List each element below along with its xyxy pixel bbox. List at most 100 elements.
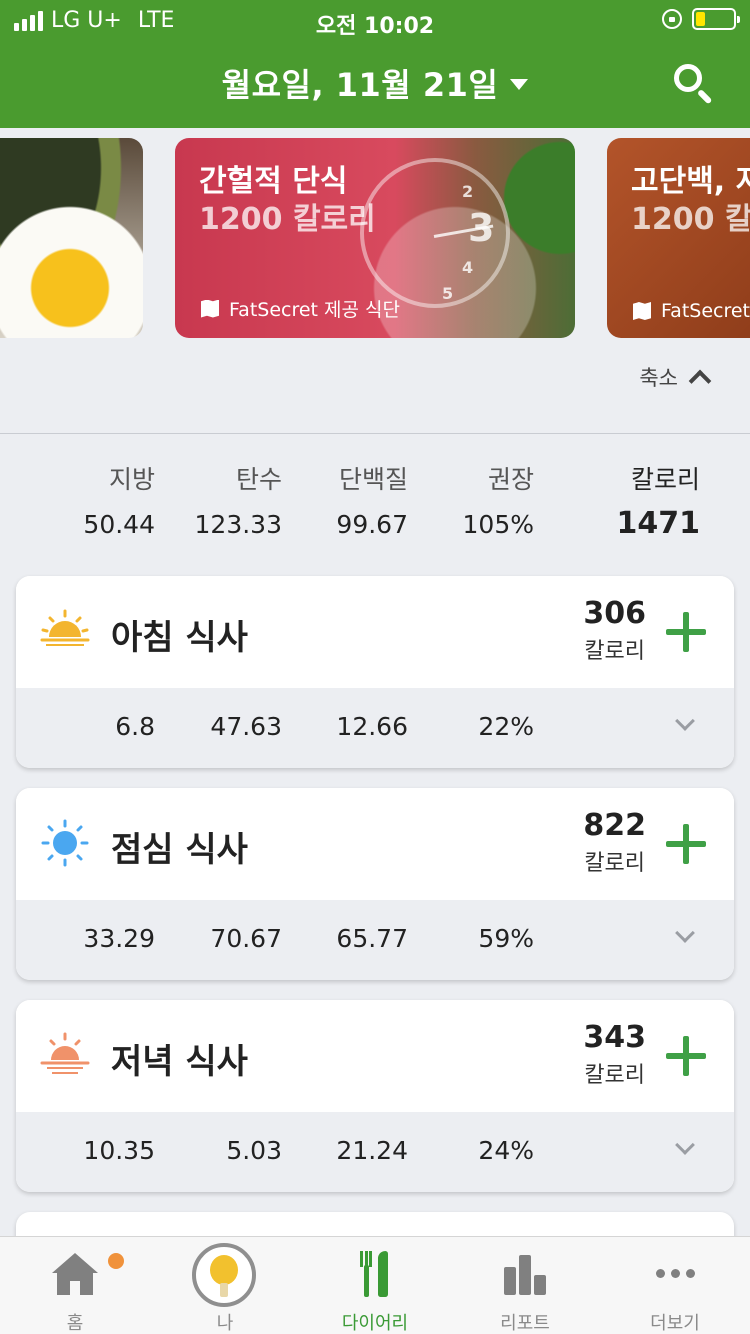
meal-rdi: 24% xyxy=(478,1136,534,1165)
add-food-button[interactable] xyxy=(666,1036,706,1076)
divider xyxy=(0,433,750,434)
card-subtitle: 1200 칼로리 xyxy=(199,202,376,237)
more-icon xyxy=(656,1269,695,1278)
tab-label: 다이어리 xyxy=(341,1313,409,1334)
map-icon xyxy=(633,302,651,320)
chevron-down-icon[interactable] xyxy=(675,1135,695,1155)
card-footer: FatSecret 제공 식단 xyxy=(201,295,400,322)
add-food-button[interactable] xyxy=(666,824,706,864)
meal-title: 저녁 식사 xyxy=(111,1042,248,1082)
meal-calories-unit: 칼로리 xyxy=(584,851,646,876)
summary-value: 1471 xyxy=(616,506,701,541)
meal-fat: 10.35 xyxy=(83,1136,155,1165)
meal-header[interactable]: 점심 식사 822 칼로리 xyxy=(16,788,734,900)
summary-label: 칼로리 xyxy=(630,465,700,494)
top-bar: LG U+ LTE 오전 10:02 월요일, 11월 21일 xyxy=(0,0,750,128)
meal-plan-card-egg[interactable] xyxy=(0,138,143,338)
meal-carbs: 70.67 xyxy=(210,924,282,953)
meal-calories: 822 칼로리 xyxy=(583,808,646,877)
tab-label: 더보기 xyxy=(650,1313,700,1334)
meal-calories: 306 칼로리 xyxy=(583,596,646,665)
add-food-button[interactable] xyxy=(666,612,706,652)
meal-nutrient-row[interactable]: 33.29 70.67 65.77 59% xyxy=(16,900,734,980)
card-footer-label: FatSecret 제공 식단 xyxy=(229,299,401,321)
clock-graphic: 2 3 4 5 xyxy=(360,158,510,308)
fork-knife-icon xyxy=(360,1251,390,1297)
meal-plan-carousel[interactable]: 2 3 4 5 간헐적 단식 1200 칼로리 FatSecret 제공 식단 … xyxy=(0,128,750,338)
summary-carbs: 탄수 123.33 xyxy=(195,460,282,539)
tab-label: 나 xyxy=(216,1313,234,1334)
map-icon xyxy=(201,299,219,318)
battery-icon xyxy=(692,8,740,30)
tab-more[interactable]: 더보기 xyxy=(600,1237,750,1334)
rotation-lock-icon xyxy=(662,9,682,29)
meal-rdi: 22% xyxy=(478,712,534,741)
meal-calories-value: 343 xyxy=(583,1020,646,1055)
meal-protein: 65.77 xyxy=(336,924,408,953)
clock-number: 4 xyxy=(462,258,474,277)
meal-calories-value: 306 xyxy=(583,596,646,631)
summary-fat: 지방 50.44 xyxy=(83,460,155,539)
meal-fat: 6.8 xyxy=(115,712,155,741)
meal-nutrient-row[interactable]: 6.8 47.63 12.66 22% xyxy=(16,688,734,768)
meal-protein: 12.66 xyxy=(336,712,408,741)
clock-number: 5 xyxy=(442,284,454,303)
summary-label: 탄수 xyxy=(235,465,282,494)
meal-card-lunch[interactable]: 점심 식사 822 칼로리 33.29 70.67 65.77 59% xyxy=(16,788,734,980)
summary-value: 50.44 xyxy=(83,510,155,539)
meal-plan-card-high-protein[interactable]: 고단백, 저 1200 칼로 FatSecret xyxy=(607,138,750,338)
tab-diary[interactable]: 다이어리 xyxy=(300,1237,450,1334)
date-label: 월요일, 11월 21일 xyxy=(221,66,499,104)
meal-protein: 21.24 xyxy=(336,1136,408,1165)
card-footer-label: FatSecret xyxy=(661,300,750,322)
tab-me[interactable]: 나 xyxy=(150,1237,300,1334)
home-icon xyxy=(52,1253,98,1295)
sunrise-icon xyxy=(40,609,90,646)
meal-card-breakfast[interactable]: 아침 식사 306 칼로리 6.8 47.63 12.66 22% xyxy=(16,576,734,768)
collapse-label: 축소 xyxy=(639,366,678,390)
search-icon xyxy=(674,64,702,92)
chevron-down-icon[interactable] xyxy=(675,923,695,943)
date-selector[interactable]: 월요일, 11월 21일 xyxy=(0,60,750,106)
meal-calories-unit: 칼로리 xyxy=(584,639,646,664)
summary-value: 123.33 xyxy=(194,510,282,539)
status-time: 오전 10:02 xyxy=(315,14,435,39)
search-button[interactable] xyxy=(674,64,714,105)
meal-calories-unit: 칼로리 xyxy=(584,1063,646,1088)
summary-rdi: 권장 105% xyxy=(463,460,534,539)
meal-nutrient-row[interactable]: 10.35 5.03 21.24 24% xyxy=(16,1112,734,1192)
status-bar: LG U+ LTE 오전 10:02 xyxy=(0,0,750,40)
avatar-icon xyxy=(192,1243,256,1307)
card-footer: FatSecret xyxy=(633,300,750,322)
meal-calories-value: 822 xyxy=(583,808,646,843)
sun-icon xyxy=(41,819,89,867)
summary-value: 105% xyxy=(462,510,534,539)
summary-label: 권장 xyxy=(487,465,534,494)
meal-carbs: 47.63 xyxy=(210,712,282,741)
meal-header[interactable]: 저녁 식사 343 칼로리 xyxy=(16,1000,734,1112)
summary-protein: 단백질 99.67 xyxy=(336,460,408,539)
meal-rdi: 59% xyxy=(478,924,534,953)
chevron-up-icon xyxy=(688,369,712,393)
tab-label: 리포트 xyxy=(500,1313,550,1334)
summary-label: 지방 xyxy=(108,465,155,494)
tab-home[interactable]: 홈 xyxy=(0,1237,150,1334)
meal-calories: 343 칼로리 xyxy=(583,1020,646,1089)
summary-calories: 칼로리 1471 xyxy=(617,460,701,541)
status-right xyxy=(662,8,740,30)
meal-header[interactable]: 아침 식사 306 칼로리 xyxy=(16,576,734,688)
meal-carbs: 5.03 xyxy=(226,1136,282,1165)
tab-label: 홈 xyxy=(66,1313,84,1334)
chevron-down-icon[interactable] xyxy=(675,711,695,731)
sunset-icon xyxy=(40,1032,90,1074)
collapse-button[interactable]: 축소 xyxy=(639,362,712,393)
meal-title: 아침 식사 xyxy=(111,618,248,658)
notification-dot xyxy=(108,1253,124,1269)
meal-plan-card-intermittent-fasting[interactable]: 2 3 4 5 간헐적 단식 1200 칼로리 FatSecret 제공 식단 xyxy=(175,138,575,338)
caret-down-icon xyxy=(510,78,529,90)
summary-label: 단백질 xyxy=(338,465,408,494)
card-subtitle: 1200 칼로 xyxy=(631,202,750,237)
clock-number: 2 xyxy=(462,182,474,201)
tab-reports[interactable]: 리포트 xyxy=(450,1237,600,1334)
meal-card-dinner[interactable]: 저녁 식사 343 칼로리 10.35 5.03 21.24 24% xyxy=(16,1000,734,1192)
